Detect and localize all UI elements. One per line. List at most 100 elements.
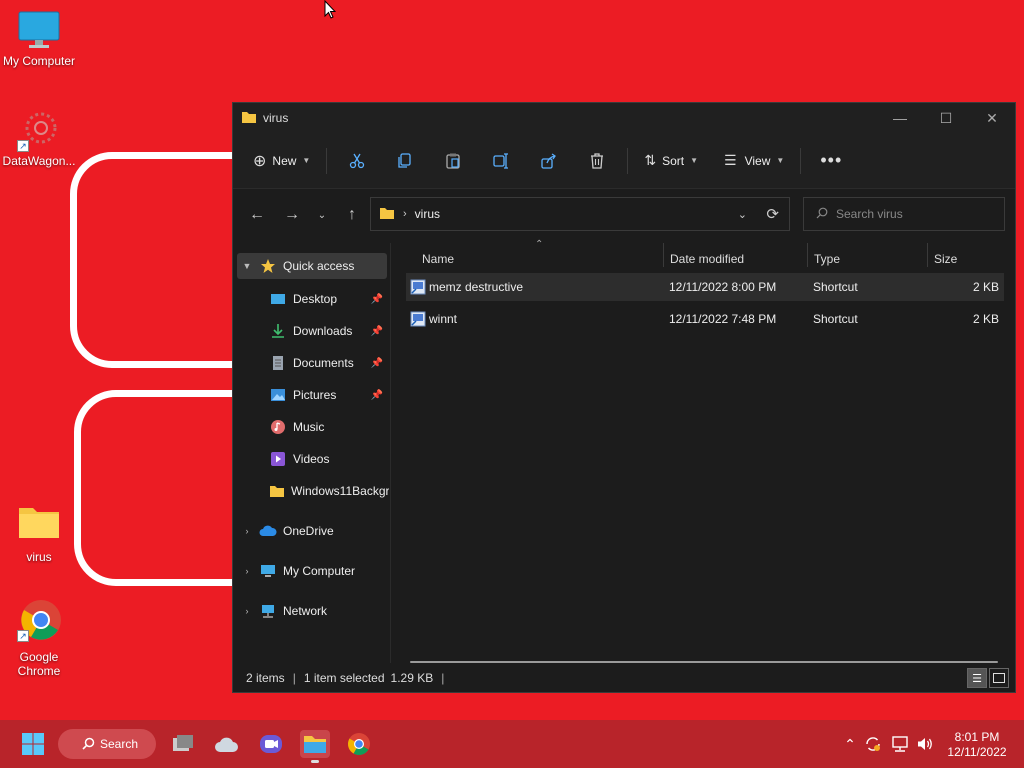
delete-button[interactable] (573, 144, 621, 178)
pin-icon[interactable]: 📌 (371, 358, 383, 369)
task-view-button[interactable] (168, 730, 198, 758)
large-icons-view-button[interactable] (989, 668, 1009, 688)
column-header-date[interactable]: Date modified (670, 243, 806, 275)
more-options-button[interactable]: ••• (807, 144, 855, 178)
back-button[interactable]: ← (241, 200, 273, 230)
column-divider[interactable] (927, 243, 928, 267)
refresh-button[interactable]: ⟳ (766, 205, 779, 223)
search-box[interactable] (803, 197, 1005, 231)
pin-icon[interactable]: 📌 (371, 390, 383, 401)
pin-icon[interactable]: 📌 (371, 294, 383, 305)
share-button[interactable] (525, 144, 573, 178)
chevron-right-icon[interactable]: › (239, 566, 255, 576)
chevron-right-icon[interactable]: › (239, 526, 255, 536)
desktop-icon-google-chrome[interactable]: ↗ Google Chrome (1, 598, 77, 678)
column-header-name[interactable]: Name (422, 243, 662, 275)
ellipsis-icon: ••• (820, 150, 843, 170)
taskbar-clock[interactable]: 8:01 PM 12/11/2022 (942, 730, 1012, 760)
details-view-icon: ☰ (972, 672, 982, 685)
chevron-right-icon[interactable]: › (239, 606, 255, 616)
network-tray-button[interactable] (889, 720, 911, 768)
chrome-taskbar-button[interactable] (344, 730, 374, 758)
chevron-down-icon: ▼ (302, 156, 311, 165)
start-button[interactable] (18, 730, 48, 758)
nav-item-pictures[interactable]: Pictures 📌 (233, 382, 389, 408)
up-button[interactable]: ↑ (336, 200, 368, 230)
clipboard-icon (446, 153, 460, 169)
nav-item-network[interactable]: › Network (233, 598, 389, 624)
minimize-button[interactable]: — (877, 103, 923, 133)
new-button[interactable]: ⊕ New ▼ (243, 144, 320, 178)
trash-icon (591, 152, 604, 169)
desktop-icon-virus-folder[interactable]: virus (1, 500, 77, 564)
cut-button[interactable] (333, 144, 381, 178)
file-list: ⌃ Name Date modified Type Size memz dest… (392, 239, 1015, 663)
status-divider: | (441, 671, 445, 685)
music-icon (269, 419, 287, 435)
picture-icon (269, 387, 287, 403)
file-date: 12/11/2022 7:48 PM (669, 312, 777, 326)
address-dropdown-button[interactable]: ⌄ (738, 208, 747, 221)
details-view-button[interactable]: ☰ (967, 668, 987, 688)
pin-icon[interactable]: 📌 (371, 326, 383, 337)
horizontal-scrollbar[interactable] (410, 661, 998, 663)
file-explorer-taskbar-button[interactable] (300, 730, 330, 758)
file-explorer-window: virus — ☐ ✕ ⊕ New ▼ ⇅ Sort ▼ ☰ View ▼ ••… (232, 102, 1016, 693)
nav-item-quick-access[interactable]: ▼ Quick access (237, 253, 387, 279)
show-hidden-icons-button[interactable]: ⌃ (840, 720, 860, 768)
scissors-icon (350, 153, 365, 168)
chevron-down-icon: ▼ (690, 156, 699, 165)
nav-item-windows11backgrounds[interactable]: Windows11Backgr (233, 478, 389, 504)
file-row[interactable]: winnt 12/11/2022 7:48 PM Shortcut 2 KB (406, 305, 1004, 333)
nav-item-my-computer[interactable]: › My Computer (233, 558, 389, 584)
clock-date: 12/11/2022 (947, 745, 1007, 759)
active-app-indicator (311, 760, 319, 763)
update-tray-button[interactable] (862, 720, 884, 768)
status-divider: | (292, 671, 296, 685)
widgets-button[interactable] (212, 730, 242, 758)
forward-button[interactable]: → (276, 200, 308, 230)
column-header-type[interactable]: Type (814, 243, 926, 275)
paste-button[interactable] (429, 144, 477, 178)
address-bar[interactable]: › virus ⌄ ⟳ (370, 197, 790, 231)
chevron-down-icon[interactable]: ▼ (239, 261, 255, 271)
breadcrumb-path[interactable]: virus (415, 207, 440, 221)
close-button[interactable]: ✕ (969, 103, 1015, 133)
rename-button[interactable] (477, 144, 525, 178)
file-type: Shortcut (813, 280, 858, 294)
desktop-icon-datawagon[interactable]: ↗ DataWagon... (1, 108, 77, 168)
maximize-button[interactable]: ☐ (923, 103, 969, 133)
sort-button[interactable]: ⇅ Sort ▼ (634, 144, 708, 178)
teams-chat-button[interactable] (256, 730, 286, 758)
volume-tray-button[interactable] (914, 720, 936, 768)
nav-item-downloads[interactable]: Downloads 📌 (233, 318, 389, 344)
taskbar-search-button[interactable]: Search (58, 729, 156, 759)
column-divider[interactable] (807, 243, 808, 267)
column-header-size[interactable]: Size (934, 243, 1004, 275)
folder-icon (269, 483, 285, 499)
search-icon (816, 207, 828, 222)
file-name: winnt (429, 312, 458, 326)
nav-item-documents[interactable]: Documents 📌 (233, 350, 389, 376)
title-bar[interactable]: virus — ☐ ✕ (233, 103, 1015, 133)
nav-label: OneDrive (283, 524, 334, 538)
search-input[interactable] (836, 207, 986, 221)
nav-item-videos[interactable]: Videos (233, 446, 389, 472)
recent-locations-button[interactable]: ⌄ (308, 200, 336, 230)
nav-item-music[interactable]: Music (233, 414, 389, 440)
desktop-icon-my-computer[interactable]: My Computer (1, 8, 77, 68)
nav-item-onedrive[interactable]: › OneDrive (233, 518, 389, 544)
share-icon (541, 152, 557, 169)
view-button[interactable]: ☰ View ▼ (714, 144, 794, 178)
nav-label: Music (293, 420, 325, 434)
speaker-icon (918, 738, 932, 750)
file-row[interactable]: memz destructive 12/11/2022 8:00 PM Shor… (406, 273, 1004, 301)
network-icon (259, 603, 277, 619)
column-header-label: Name (422, 252, 455, 266)
column-divider[interactable] (663, 243, 664, 267)
copy-button[interactable] (381, 144, 429, 178)
toolbar-divider (627, 147, 629, 174)
desktop-icon-label: My Computer (2, 54, 76, 68)
nav-item-desktop[interactable]: Desktop 📌 (233, 286, 389, 312)
clock-time: 8:01 PM (954, 730, 1000, 744)
